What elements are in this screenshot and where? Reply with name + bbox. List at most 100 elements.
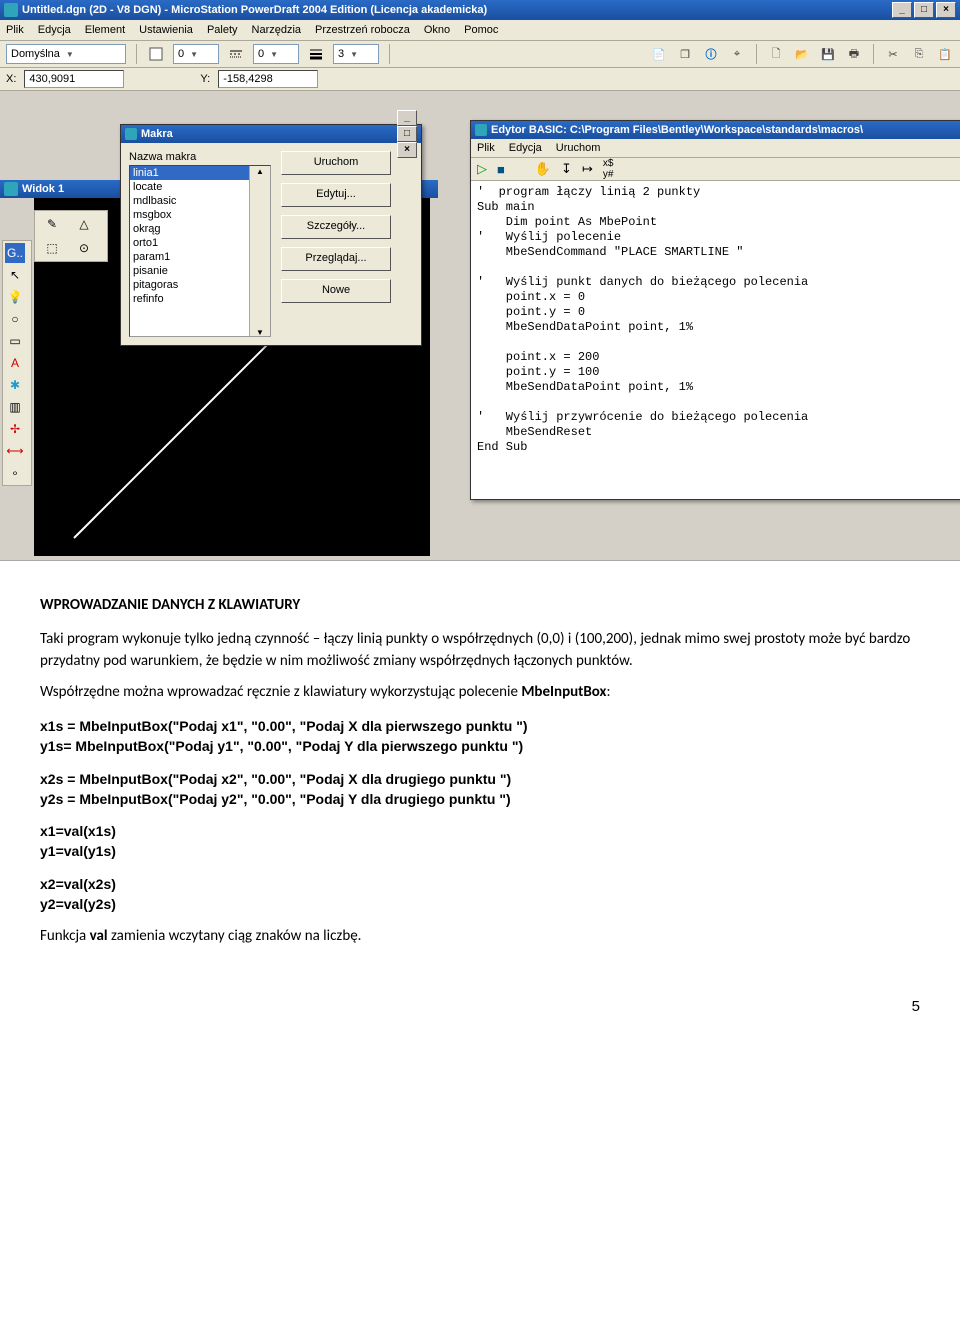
tool-g-icon[interactable]: G.. — [5, 243, 25, 263]
print-icon[interactable]: 🖶 — [845, 45, 863, 63]
macro-name-label: Nazwa makra — [129, 151, 271, 163]
text-icon[interactable]: A — [5, 353, 25, 373]
linestyle-combo[interactable]: 0▼ — [253, 44, 299, 64]
code-block: x1=val(x1s) y1=val(y1s) — [40, 821, 920, 862]
lineweight-combo[interactable]: 3▼ — [333, 44, 379, 64]
code-block: x2=val(x2s) y2=val(y2s) — [40, 874, 920, 915]
basic-menu-plik[interactable]: Plik — [477, 142, 495, 154]
listbox-scrollbar[interactable]: ▲▼ — [249, 166, 270, 337]
t2-4-icon[interactable]: ⊙ — [69, 237, 99, 259]
macros-dialog: Makra _ □ × Nazwa makra linia1 locate md… — [120, 124, 422, 346]
t2-3-icon[interactable]: ⬚ — [37, 237, 67, 259]
basic-menubar: Plik Edycja Uruchom — [471, 139, 960, 158]
menu-okno[interactable]: Okno — [424, 24, 450, 36]
run-icon[interactable]: ▷ — [477, 161, 487, 177]
menu-edycja[interactable]: Edycja — [38, 24, 71, 36]
screenshot-region: Untitled.dgn (2D - V8 DGN) - MicroStatio… — [0, 0, 960, 561]
arrow-icon[interactable]: ↖ — [5, 265, 25, 285]
bold-term: MbeInputBox — [521, 683, 606, 701]
macros-max-button[interactable]: □ — [397, 126, 417, 142]
bulb-icon[interactable]: 💡 — [5, 287, 25, 307]
layers-icon[interactable]: ❐ — [676, 45, 694, 63]
menu-element[interactable]: Element — [85, 24, 125, 36]
paragraph: Taki program wykonuje tylko jedną czynno… — [40, 629, 920, 673]
level-combo[interactable]: Domyślna▼ — [6, 44, 126, 64]
y-field[interactable]: -158,4298 — [218, 70, 318, 88]
t2-2-icon[interactable]: △ — [69, 213, 99, 235]
color-combo[interactable]: 0▼ — [173, 44, 219, 64]
vars-icon[interactable]: x$y# — [603, 158, 614, 180]
run-button[interactable]: Uruchom — [281, 151, 391, 175]
new-button[interactable]: Nowe — [281, 279, 391, 303]
menu-plik[interactable]: Plik — [6, 24, 24, 36]
menu-palety[interactable]: Palety — [207, 24, 238, 36]
stop-icon[interactable]: ■ — [497, 162, 505, 177]
star-icon[interactable]: ✱ — [5, 375, 25, 395]
browse-button[interactable]: Przeglądaj... — [281, 247, 391, 271]
maximize-button[interactable]: □ — [914, 2, 934, 18]
bold-term: val — [90, 927, 108, 945]
step-into-icon[interactable]: ↧ — [561, 161, 572, 177]
circle-icon[interactable]: ○ — [5, 309, 25, 329]
view-title: Widok 1 — [22, 183, 64, 195]
dim-icon[interactable]: ⟷ — [5, 441, 25, 461]
side-toolbar: G.. ↖ 💡 ○ ▭ A ✱ ▥ ✢ ⟷ ∘ — [2, 240, 32, 486]
y-label: Y: — [200, 73, 210, 85]
color-swatch[interactable] — [147, 45, 165, 63]
hatch-icon[interactable]: ▥ — [5, 397, 25, 417]
edit-button[interactable]: Edytuj... — [281, 183, 391, 207]
basic-titlebar: Edytor BASIC: C:\Program Files\Bentley\W… — [471, 121, 960, 139]
menu-przestrzen[interactable]: Przestrzeń robocza — [315, 24, 410, 36]
macros-title: Makra — [141, 128, 173, 140]
extra-icon[interactable]: ∘ — [5, 463, 25, 483]
macros-min-button[interactable]: _ — [397, 110, 417, 126]
cut-icon[interactable]: ✂ — [884, 45, 902, 63]
details-button[interactable]: Szczegóły... — [281, 215, 391, 239]
macros-icon — [125, 128, 137, 140]
app-icon — [4, 3, 18, 17]
t2-1-icon[interactable]: ✎ — [37, 213, 67, 235]
target-icon[interactable]: ⌖ — [728, 45, 746, 63]
step-over-icon[interactable]: ↦ — [582, 161, 593, 177]
page-number: 5 — [0, 998, 960, 1035]
code-editor[interactable]: ' program łączy linią 2 punkty Sub main … — [471, 181, 960, 499]
basic-title: Edytor BASIC: C:\Program Files\Bentley\W… — [491, 124, 863, 136]
lineweight-icon[interactable] — [307, 45, 325, 63]
menubar: Plik Edycja Element Ustawienia Palety Na… — [0, 20, 960, 41]
move-icon[interactable]: ✢ — [5, 419, 25, 439]
main-toolbar: Domyślna▼ 0▼ 0▼ 3▼ 📄 ❐ ⓘ ⌖ 🗋 📂 💾 🖶 ✂ ⎘ 📋 — [0, 41, 960, 68]
macros-close-button[interactable]: × — [397, 142, 417, 158]
basic-toolbar: ▷ ■ ✋ ↧ ↦ x$y# — [471, 158, 960, 181]
minimize-button[interactable]: _ — [892, 2, 912, 18]
info-icon[interactable]: ⓘ — [702, 45, 720, 63]
macro-listbox[interactable]: linia1 locate mdlbasic msgbox okrąg orto… — [129, 165, 271, 337]
code-block: x1s = MbeInputBox("Podaj x1", "0.00", "P… — [40, 716, 920, 757]
save-icon[interactable]: 💾 — [819, 45, 837, 63]
basic-editor-window: Edytor BASIC: C:\Program Files\Bentley\W… — [470, 120, 960, 500]
basic-menu-edycja[interactable]: Edycja — [509, 142, 542, 154]
x-field[interactable]: 430,9091 — [24, 70, 124, 88]
section-heading: WPROWADZANIE DANYCH Z KLAWIATURY — [40, 595, 920, 617]
menu-ustawienia[interactable]: Ustawienia — [139, 24, 193, 36]
paragraph: Funkcja val zamienia wczytany ciąg znakó… — [40, 926, 920, 948]
secondary-toolbar: ✎ △ ⬚ ⊙ — [34, 210, 108, 262]
new-icon[interactable]: 🗋 — [767, 45, 785, 63]
app-title: Untitled.dgn (2D - V8 DGN) - MicroStatio… — [22, 4, 487, 16]
tool-icon[interactable]: 📄 — [650, 45, 668, 63]
basic-icon — [475, 124, 487, 136]
macros-titlebar: Makra _ □ × — [121, 125, 421, 143]
x-label: X: — [6, 73, 16, 85]
menu-narzedzia[interactable]: Narzędzia — [252, 24, 302, 36]
code-block: x2s = MbeInputBox("Podaj x2", "0.00", "P… — [40, 769, 920, 810]
app-titlebar: Untitled.dgn (2D - V8 DGN) - MicroStatio… — [0, 0, 960, 20]
linestyle-icon[interactable] — [227, 45, 245, 63]
view-icon — [4, 182, 18, 196]
copy-icon[interactable]: ⎘ — [910, 45, 928, 63]
hand-icon[interactable]: ✋ — [535, 161, 551, 177]
menu-pomoc[interactable]: Pomoc — [464, 24, 498, 36]
rect-icon[interactable]: ▭ — [5, 331, 25, 351]
close-button[interactable]: × — [936, 2, 956, 18]
basic-menu-uruchom[interactable]: Uruchom — [556, 142, 601, 154]
paste-icon[interactable]: 📋 — [936, 45, 954, 63]
open-icon[interactable]: 📂 — [793, 45, 811, 63]
